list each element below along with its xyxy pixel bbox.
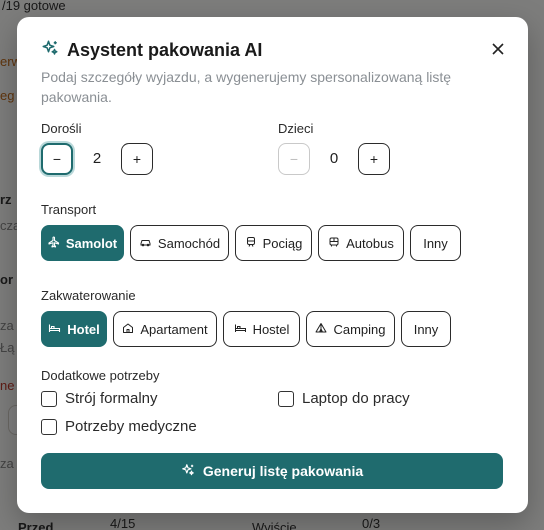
children-count: 0 — [329, 150, 339, 167]
tent-icon — [315, 322, 327, 337]
children-label: Dzieci — [278, 121, 314, 136]
formal-wear-checkbox[interactable] — [41, 390, 57, 407]
chip-label: Samochód — [157, 235, 221, 251]
extra-needs-label: Dodatkowe potrzeby — [41, 368, 160, 383]
dialog-header: Asystent pakowania AI — [41, 39, 262, 62]
transport-option-other[interactable]: Inny — [410, 225, 461, 261]
checkbox-label: Potrzeby medyczne — [65, 418, 197, 435]
accommodation-option-apartment[interactable]: Apartament — [113, 311, 217, 347]
work-laptop-option[interactable]: Laptop do pracy — [278, 390, 410, 407]
transport-option-plane[interactable]: Samolot — [41, 225, 124, 261]
formal-wear-option[interactable]: Strój formalny — [41, 390, 158, 407]
adults-label: Dorośli — [41, 121, 82, 136]
transport-option-car[interactable]: Samochód — [130, 225, 229, 261]
transport-label: Transport — [41, 202, 97, 217]
generate-list-button[interactable]: Generuj listę pakowania — [41, 453, 503, 489]
work-laptop-checkbox[interactable] — [278, 390, 294, 407]
train-icon — [245, 236, 257, 251]
transport-option-bus[interactable]: Autobus — [318, 225, 404, 261]
packing-assistant-dialog: Asystent pakowania AI Podaj szczegóły wy… — [17, 17, 528, 513]
chip-label: Inny — [413, 321, 439, 337]
medical-needs-checkbox[interactable] — [41, 418, 57, 435]
sparkles-icon — [181, 463, 195, 480]
bed-icon — [234, 322, 247, 337]
chip-label: Inny — [423, 235, 448, 251]
generate-list-label: Generuj listę pakowania — [202, 463, 364, 479]
accommodation-option-camping[interactable]: Camping — [306, 311, 395, 347]
sparkles-icon — [41, 39, 59, 62]
chip-label: Camping — [333, 321, 386, 337]
home-icon — [122, 322, 134, 337]
medical-needs-option[interactable]: Potrzeby medyczne — [41, 418, 197, 435]
accommodation-option-other[interactable]: Inny — [401, 311, 451, 347]
transport-option-train[interactable]: Pociąg — [235, 225, 312, 261]
car-icon — [139, 236, 152, 251]
chip-label: Autobus — [346, 235, 394, 251]
accommodation-label: Zakwaterowanie — [41, 288, 136, 303]
children-increment-button[interactable]: + — [358, 143, 390, 175]
accommodation-option-hotel[interactable]: Hotel — [41, 311, 107, 347]
accommodation-option-hostel[interactable]: Hostel — [223, 311, 300, 347]
chip-label: Samolot — [65, 235, 118, 251]
close-button[interactable] — [488, 39, 508, 59]
dialog-description: Podaj szczegóły wyjazdu, a wygenerujemy … — [41, 69, 452, 105]
adults-increment-button[interactable]: + — [121, 143, 153, 175]
adults-decrement-button[interactable]: − — [41, 143, 73, 175]
checkbox-label: Laptop do pracy — [302, 390, 410, 407]
close-icon — [492, 43, 504, 55]
chip-label: Hostel — [252, 321, 290, 337]
checkbox-label: Strój formalny — [65, 390, 158, 407]
dialog-title: Asystent pakowania AI — [67, 40, 263, 60]
bed-icon — [48, 322, 61, 337]
bus-icon — [328, 236, 340, 251]
chip-label: Hotel — [67, 321, 100, 337]
adults-count: 2 — [92, 150, 102, 167]
plane-icon — [48, 235, 60, 251]
chip-label: Apartament — [140, 321, 208, 337]
chip-label: Pociąg — [262, 235, 303, 251]
children-decrement-button[interactable]: − — [278, 143, 310, 175]
